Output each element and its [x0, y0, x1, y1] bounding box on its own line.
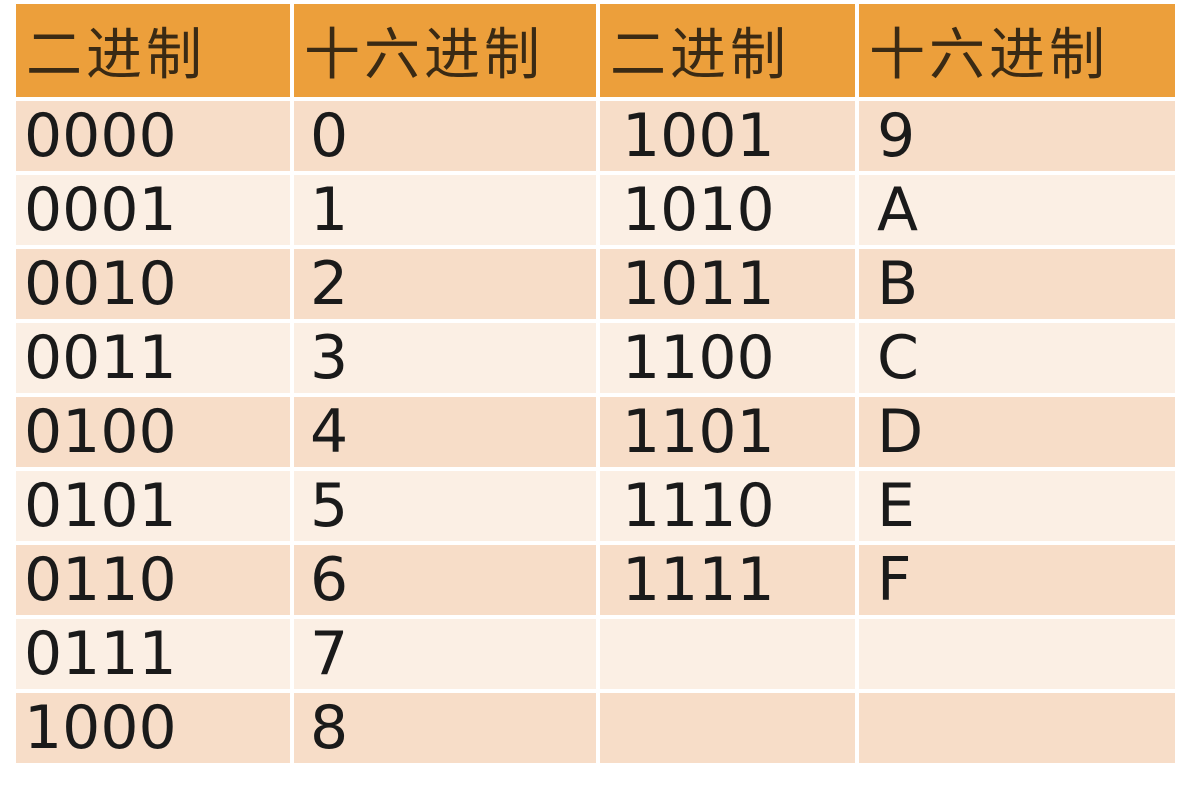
binary-cell: 1011: [600, 249, 855, 319]
hex-cell: 5: [294, 471, 596, 541]
table-row: 0100 4 1101 D: [16, 397, 1175, 467]
table-row: 0001 1 1010 A: [16, 175, 1175, 245]
header-hex-right: 十六进制: [859, 4, 1175, 97]
hex-cell: [859, 693, 1175, 763]
binary-cell: 0100: [16, 397, 290, 467]
hex-cell: A: [859, 175, 1175, 245]
binary-cell: 0000: [16, 101, 290, 171]
table-row: 0111 7: [16, 619, 1175, 689]
binary-cell: 1010: [600, 175, 855, 245]
header-binary-left: 二进制: [16, 4, 290, 97]
hex-cell: 9: [859, 101, 1175, 171]
binary-cell: [600, 693, 855, 763]
table-row: 0110 6 1111 F: [16, 545, 1175, 615]
table-row: 0011 3 1100 C: [16, 323, 1175, 393]
header-hex-left: 十六进制: [294, 4, 596, 97]
hex-cell: 4: [294, 397, 596, 467]
hex-cell: D: [859, 397, 1175, 467]
binary-cell: 0010: [16, 249, 290, 319]
binary-cell: 0001: [16, 175, 290, 245]
hex-cell: C: [859, 323, 1175, 393]
hex-cell: 0: [294, 101, 596, 171]
binary-cell: 1001: [600, 101, 855, 171]
hex-cell: E: [859, 471, 1175, 541]
binary-cell: 0110: [16, 545, 290, 615]
hex-cell: 3: [294, 323, 596, 393]
hex-cell: 8: [294, 693, 596, 763]
hex-cell: 7: [294, 619, 596, 689]
binary-cell: 0111: [16, 619, 290, 689]
binary-cell: 1111: [600, 545, 855, 615]
binary-cell: 0101: [16, 471, 290, 541]
header-row: 二进制 十六进制 二进制 十六进制: [16, 4, 1175, 97]
hex-cell: B: [859, 249, 1175, 319]
hex-cell: [859, 619, 1175, 689]
binary-cell: 1101: [600, 397, 855, 467]
table-row: 0000 0 1001 9: [16, 101, 1175, 171]
binary-cell: 1110: [600, 471, 855, 541]
table-row: 0101 5 1110 E: [16, 471, 1175, 541]
binary-cell: [600, 619, 855, 689]
hex-cell: 1: [294, 175, 596, 245]
hex-cell: 2: [294, 249, 596, 319]
binary-cell: 0011: [16, 323, 290, 393]
hex-cell: F: [859, 545, 1175, 615]
table-row: 0010 2 1011 B: [16, 249, 1175, 319]
binary-hex-conversion-table: 二进制 十六进制 二进制 十六进制 0000 0 1001 9 0001 1 1…: [12, 0, 1179, 767]
binary-cell: 1100: [600, 323, 855, 393]
table-row: 1000 8: [16, 693, 1175, 763]
binary-cell: 1000: [16, 693, 290, 763]
hex-cell: 6: [294, 545, 596, 615]
header-binary-right: 二进制: [600, 4, 855, 97]
